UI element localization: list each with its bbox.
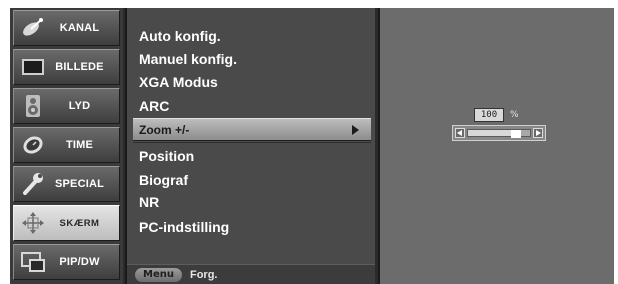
submenu-item-auto-config[interactable]: Auto konfig.	[133, 24, 371, 47]
slider-track[interactable]	[467, 129, 531, 138]
submenu-item-label: Zoom +/-	[139, 122, 190, 137]
category-skaerm[interactable]: SKÆRM	[13, 205, 120, 241]
category-column: KANAL BILLEDE LYD TIME SPECIAL SKÆRM PIP…	[10, 8, 123, 284]
submenu-item-label: NR	[139, 193, 160, 210]
satellite-dish-icon	[20, 16, 46, 40]
category-label: SKÆRM	[59, 217, 100, 229]
submenu-footer: Menu Forg.	[127, 264, 375, 284]
submenu-item-nr[interactable]: NR	[133, 190, 371, 213]
screen-adjust-icon	[20, 211, 46, 235]
tv-osd-menu: KANAL BILLEDE LYD TIME SPECIAL SKÆRM PIP…	[10, 8, 614, 284]
submenu-panel: Auto konfig. Manuel konfig. XGA Modus AR…	[125, 8, 375, 284]
zoom-value: 100	[474, 108, 504, 122]
submenu-item-arc[interactable]: ARC	[133, 94, 371, 117]
category-kanal[interactable]: KANAL	[13, 10, 120, 46]
category-label: TIME	[65, 139, 94, 151]
category-pip-dw[interactable]: PIP/DW	[13, 244, 120, 280]
submenu-item-label: PC-indstilling	[139, 218, 230, 235]
clock-icon	[20, 133, 46, 157]
category-time[interactable]: TIME	[13, 127, 120, 163]
category-lyd[interactable]: LYD	[13, 88, 120, 124]
zoom-readout: 100 %	[474, 108, 519, 122]
category-billede[interactable]: BILLEDE	[13, 49, 120, 85]
arrow-right-icon	[352, 125, 359, 135]
slider-left-arrow-icon[interactable]	[455, 128, 465, 138]
category-label: KANAL	[59, 22, 100, 34]
pip-icon	[20, 250, 46, 274]
submenu-item-label: Position	[139, 147, 195, 164]
slider-right-arrow-icon[interactable]	[533, 128, 543, 138]
slider-knob[interactable]	[510, 130, 521, 138]
submenu-item-label: XGA Modus	[139, 73, 218, 90]
submenu-item-label: Biograf	[139, 171, 188, 188]
speaker-icon	[20, 94, 46, 118]
submenu-item-position[interactable]: Position	[133, 144, 371, 167]
submenu-item-label: Manuel konfig.	[139, 50, 237, 67]
zoom-unit: %	[510, 110, 519, 120]
category-label: LYD	[68, 100, 91, 112]
category-label: PIP/DW	[59, 256, 100, 268]
category-label: BILLEDE	[55, 61, 104, 73]
wrench-icon	[20, 172, 46, 196]
submenu-item-xga-mode[interactable]: XGA Modus	[133, 70, 371, 93]
footer-hint: Forg.	[189, 268, 218, 281]
monitor-icon	[20, 55, 46, 79]
submenu-item-label: Auto konfig.	[139, 27, 221, 44]
divider	[133, 142, 371, 143]
submenu-item-manual-config[interactable]: Manuel konfig.	[133, 47, 371, 70]
category-special[interactable]: SPECIAL	[13, 166, 120, 202]
zoom-slider[interactable]	[452, 125, 546, 141]
submenu-item-zoom[interactable]: Zoom +/-	[133, 118, 371, 141]
submenu-item-biograf[interactable]: Biograf	[133, 168, 371, 191]
submenu-item-pc-settings[interactable]: PC-indstilling	[133, 215, 371, 238]
adjust-panel: 100 %	[378, 8, 614, 284]
submenu-item-label: ARC	[139, 97, 170, 114]
menu-key-badge[interactable]: Menu	[135, 267, 182, 282]
category-label: SPECIAL	[54, 178, 105, 190]
